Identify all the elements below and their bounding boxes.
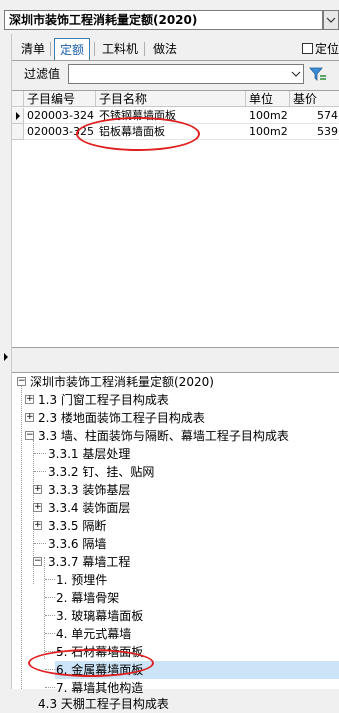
grid-cell-unit[interactable]: 100m2 <box>246 124 290 140</box>
tab-bill-label: 清单 <box>21 42 46 56</box>
tree-node[interactable]: 3.3.2 钉、挂、贴网 <box>48 463 154 481</box>
filter-dropdown-button[interactable] <box>288 65 303 83</box>
tab-bill[interactable]: 清单 <box>16 38 50 60</box>
filter-input[interactable] <box>68 64 304 84</box>
collapse-arrow-icon[interactable] <box>3 352 9 365</box>
collapse-toggle-icon[interactable]: − <box>25 431 34 440</box>
tab-separator <box>144 42 145 56</box>
tree-node[interactable]: 2.3 楼地面装饰工程子目构成表 <box>38 409 205 427</box>
grid-cell-price[interactable]: 539 <box>290 124 339 140</box>
tree-guide-line <box>45 579 55 581</box>
panel-splitter[interactable] <box>12 350 339 370</box>
tree-node[interactable]: 3.3 墙、柱面装饰与隔断、幕墙工程子目构成表 <box>38 427 289 445</box>
tab-labor-material-machine-label: 工料机 <box>102 42 139 56</box>
tree-node[interactable]: 4. 单元式幕墙 <box>56 625 131 643</box>
filter-icon[interactable] <box>308 64 328 84</box>
grid-cell-unit[interactable]: 100m2 <box>246 108 290 124</box>
tree-guide-line <box>45 615 55 617</box>
expand-toggle-icon[interactable]: + <box>33 503 42 512</box>
tab-underline <box>12 60 339 61</box>
column-header-unit[interactable]: 单位 <box>246 91 290 107</box>
chevron-down-icon <box>326 17 336 23</box>
fix-checkbox[interactable] <box>302 43 313 54</box>
tree-node[interactable]: 3.3.7 幕墙工程 <box>48 553 130 571</box>
tab-labor-material-machine[interactable]: 工料机 <box>97 38 143 60</box>
collapse-toggle-icon[interactable]: − <box>17 377 26 386</box>
expand-toggle-icon[interactable]: + <box>33 485 42 494</box>
tab-separator <box>50 42 51 56</box>
tab-method-label: 做法 <box>153 42 178 56</box>
current-row-arrow-icon <box>15 112 20 120</box>
tree-guide-line <box>45 597 55 599</box>
collapse-toggle-icon[interactable]: − <box>33 557 42 566</box>
expand-toggle-icon[interactable]: + <box>25 395 34 404</box>
chevron-down-icon <box>291 71 300 77</box>
tree-guide-line <box>34 543 46 545</box>
tree-node[interactable]: 4.3 天棚工程子目构成表 <box>38 695 169 713</box>
tree-node[interactable]: 3.3.1 基层处理 <box>48 445 130 463</box>
tree-guide-line <box>45 633 55 635</box>
tree-node[interactable]: 3.3.6 隔墙 <box>48 535 106 553</box>
funnel-icon <box>309 67 326 81</box>
grid-cell-price[interactable]: 574 <box>290 108 339 124</box>
grid-corner <box>12 91 24 107</box>
row-indicator[interactable] <box>12 124 24 140</box>
tree-node[interactable]: 3.3.3 装饰基层 <box>48 481 130 499</box>
tree-node[interactable]: 2. 幕墙骨架 <box>56 589 119 607</box>
filter-label: 过滤值 <box>24 67 61 81</box>
tree-node[interactable]: 1.3 门窗工程子目构成表 <box>38 391 169 409</box>
fix-checkbox-label: 定位 <box>315 42 339 56</box>
tree-guide-line <box>34 453 46 455</box>
tab-quota[interactable]: 定额 <box>54 38 91 60</box>
tree-node[interactable]: 3.3.4 装饰面层 <box>48 499 130 517</box>
standard-selector[interactable]: 深圳市装饰工程消耗量定额(2020) <box>4 10 323 30</box>
tab-quota-label: 定额 <box>60 43 85 57</box>
tab-method[interactable]: 做法 <box>148 38 182 60</box>
tree-node[interactable]: 3.3.5 隔断 <box>48 517 106 535</box>
annotation-ellipse <box>76 117 200 151</box>
annotation-ellipse <box>28 649 154 677</box>
expand-toggle-icon[interactable]: + <box>25 413 34 422</box>
column-header-name[interactable]: 子目名称 <box>96 91 246 107</box>
tree-guide-line <box>34 471 46 473</box>
tree-guide-line <box>44 557 46 659</box>
standard-selector-dropdown-button[interactable] <box>323 10 339 30</box>
column-header-price[interactable]: 基价 <box>290 91 339 107</box>
tree-node[interactable]: 3. 玻璃幕墙面板 <box>56 607 143 625</box>
grid-cell-code[interactable]: 020003-324 <box>24 108 96 124</box>
tree-guide-line <box>21 385 23 689</box>
tree-node[interactable]: 1. 预埋件 <box>56 571 107 589</box>
row-indicator[interactable] <box>12 108 24 124</box>
standard-selector-value: 深圳市装饰工程消耗量定额(2020) <box>9 13 198 27</box>
column-header-code[interactable]: 子目编号 <box>24 91 96 107</box>
expand-toggle-icon[interactable]: + <box>33 521 42 530</box>
tree-node-root[interactable]: 深圳市装饰工程消耗量定额(2020) <box>30 373 214 391</box>
tab-separator <box>94 42 95 56</box>
